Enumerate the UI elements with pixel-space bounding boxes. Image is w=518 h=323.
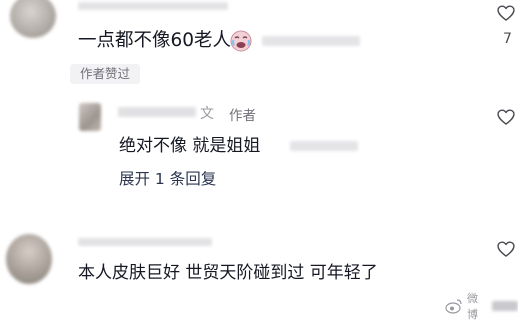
- comment-text: 一点都不像60老人: [78, 30, 232, 51]
- weibo-watermark: 微博: [445, 292, 518, 321]
- watermark-handle-redacted: [491, 301, 518, 311]
- username-redacted: [78, 238, 212, 246]
- expand-replies-link[interactable]: 展开 1 条回复: [119, 169, 216, 189]
- username-redacted: [78, 2, 228, 10]
- reply-meta-redacted: [290, 141, 358, 151]
- like-heart-icon[interactable]: [496, 107, 516, 127]
- reply-username-redacted: [118, 107, 196, 117]
- reply-username-fragment: 文: [200, 106, 214, 122]
- avatar[interactable]: [10, 0, 56, 38]
- reply-avatar[interactable]: [79, 103, 101, 131]
- comment-item: 本人皮肤巨好 世贸天阶碰到过 可年轻了: [0, 226, 518, 323]
- watermark-text: 微博: [467, 292, 478, 321]
- reply-item: 文 作者 绝对不像 就是姐姐 展开 1 条回复: [0, 95, 518, 195]
- like-heart-icon[interactable]: [496, 3, 516, 23]
- weibo-logo-icon: [445, 298, 463, 314]
- comment-item: 一点都不像60老人 作者赞过 7: [0, 0, 518, 95]
- author-liked-badge: 作者赞过: [70, 64, 141, 84]
- comment-text: 本人皮肤巨好 世贸天阶碰到过 可年轻了: [78, 263, 378, 283]
- reply-text: 绝对不像 就是姐姐: [119, 136, 261, 156]
- author-tag: 作者: [229, 108, 256, 124]
- like-count: 7: [503, 31, 512, 47]
- like-heart-icon[interactable]: [496, 239, 516, 259]
- comment-meta-redacted: [262, 36, 360, 46]
- crying-laughing-face-emoji-icon: [230, 30, 252, 52]
- avatar[interactable]: [6, 234, 52, 284]
